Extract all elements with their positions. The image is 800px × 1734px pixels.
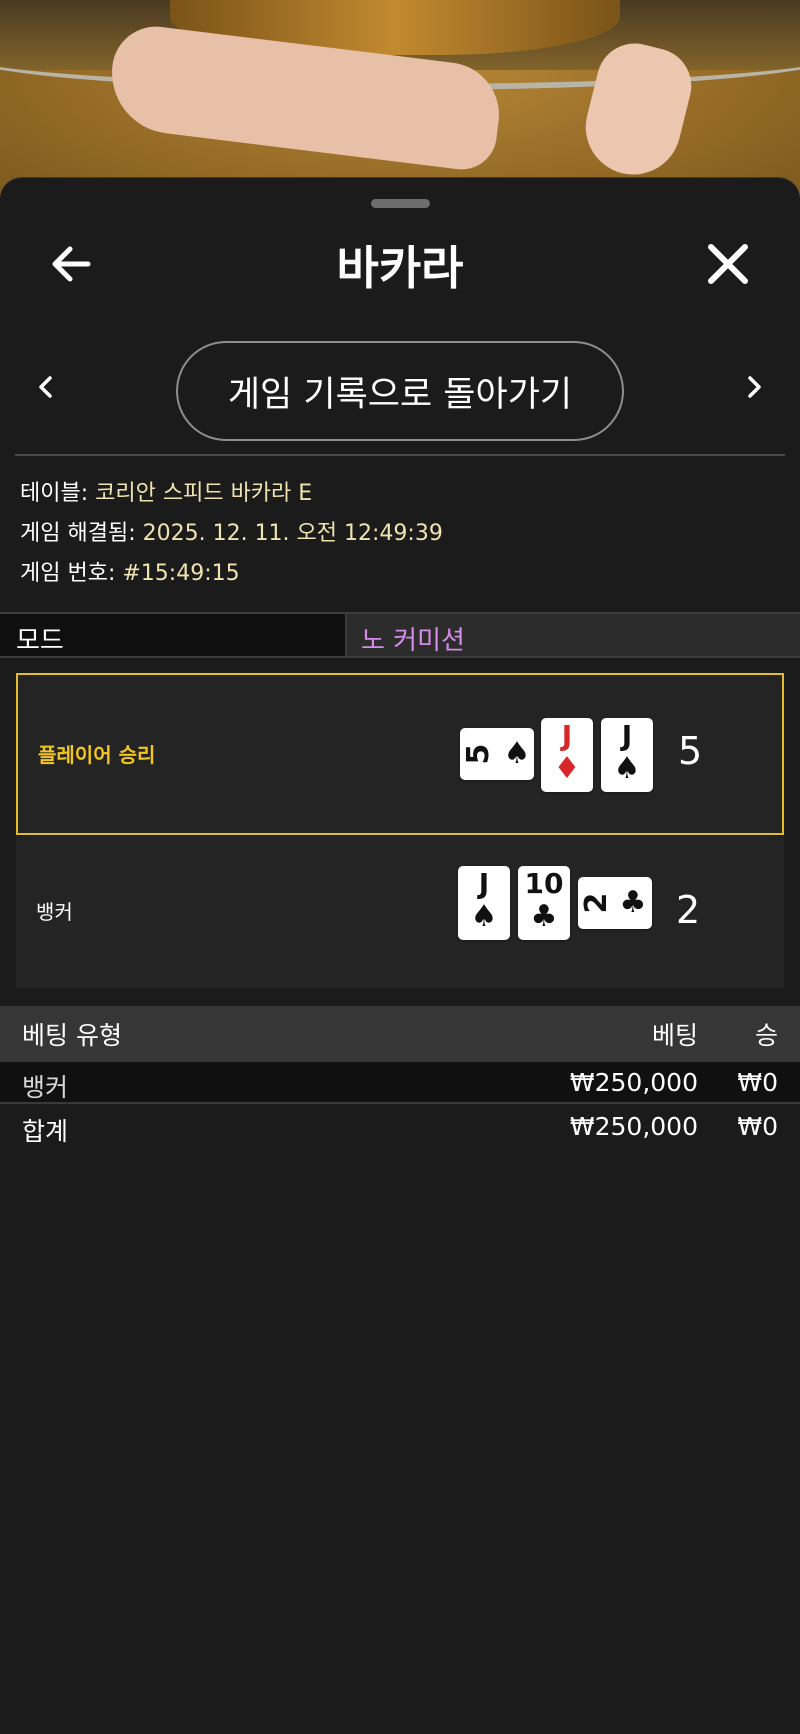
total-label: 합계 [22,1117,69,1146]
total-bet: ₩250,000 [569,1112,698,1141]
close-button[interactable] [700,236,756,292]
table-row: 뱅커 ₩250,000 ₩0 [0,1062,800,1104]
player-result: 플레이어 승리 5 ♠ J ♦ J ♠ 5 [16,673,784,835]
chevron-right-icon [748,376,761,398]
banker-result-label: 뱅커 [36,900,73,924]
banker-score: 2 [676,888,701,932]
spade-icon: ♠ [613,751,641,786]
resolved-info: 게임 해결됨: 2025. 12. 11. 오전 12:49:39 [20,514,443,554]
mode-value: 노 커미션 [347,614,800,656]
card-rank: 10 [524,867,564,900]
header-bet: 베팅 [651,1021,698,1050]
mode-label: 모드 [0,614,347,656]
banker-card-2: 10 ♣ [518,866,570,940]
spade-icon: ♠ [503,736,531,771]
table-info: 테이블: 코리안 스피드 바카라 E [20,474,443,514]
card-rank: J [478,867,490,900]
player-result-label: 플레이어 승리 [38,743,156,767]
banker-card-1: J ♠ [458,866,510,940]
player-card-2: J ♦ [541,718,593,792]
resolved-label: 게임 해결됨: [20,521,143,546]
card-rank: J [621,719,633,752]
sheet-header: 바카라 [0,218,800,298]
club-icon: ♣ [619,885,647,920]
bet-amount-cell: ₩250,000 [569,1068,698,1097]
header-win: 승 [754,1021,778,1050]
card-rank: J [561,719,573,752]
game-info: 테이블: 코리안 스피드 바카라 E 게임 해결됨: 2025. 12. 11.… [20,474,443,594]
close-icon [708,244,748,284]
back-to-history-button[interactable]: 게임 기록으로 돌아가기 [176,341,624,441]
previous-game-button[interactable] [28,369,64,405]
game-history-sheet: 바카라 게임 기록으로 돌아가기 테이블: 코리안 스피드 바카라 E 게임 해… [0,177,800,1734]
resolved-value: 2025. 12. 11. 오전 12:49:39 [142,521,443,546]
banker-result: 뱅커 J ♠ 10 ♣ 2 ♣ 2 [16,836,784,988]
card-rank: 5 [461,743,496,765]
table-label: 테이블: [20,481,96,506]
win-amount-cell: ₩0 [737,1068,778,1097]
total-row: 합계 ₩250,000 ₩0 [0,1106,800,1148]
banker-card-3: 2 ♣ [578,877,652,929]
bet-type-cell: 뱅커 [22,1073,69,1102]
player-card-1: 5 ♠ [460,728,534,780]
live-dealer-video [0,0,800,200]
game-number-label: 게임 번호: [20,561,123,586]
page-title: 바카라 [336,241,464,295]
drag-handle[interactable] [371,199,430,208]
divider [15,454,785,456]
mode-row: 모드 노 커미션 [0,612,800,658]
card-rank: 2 [579,892,614,914]
club-icon: ♣ [530,899,558,934]
player-score: 5 [678,729,703,773]
game-number-info: 게임 번호: #15:49:15 [20,554,443,594]
player-card-3: J ♠ [601,718,653,792]
next-game-button[interactable] [736,369,772,405]
diamond-icon: ♦ [553,751,581,786]
game-navigation: 게임 기록으로 돌아가기 [0,341,800,441]
bets-table-header: 베팅 유형 베팅 승 [0,1006,800,1062]
table-value: 코리안 스피드 바카라 E [95,481,313,506]
chevron-left-icon [39,376,52,398]
game-number-value: #15:49:15 [122,561,240,586]
total-win: ₩0 [737,1112,778,1141]
spade-icon: ♠ [470,899,498,934]
header-bet-type: 베팅 유형 [22,1021,122,1050]
